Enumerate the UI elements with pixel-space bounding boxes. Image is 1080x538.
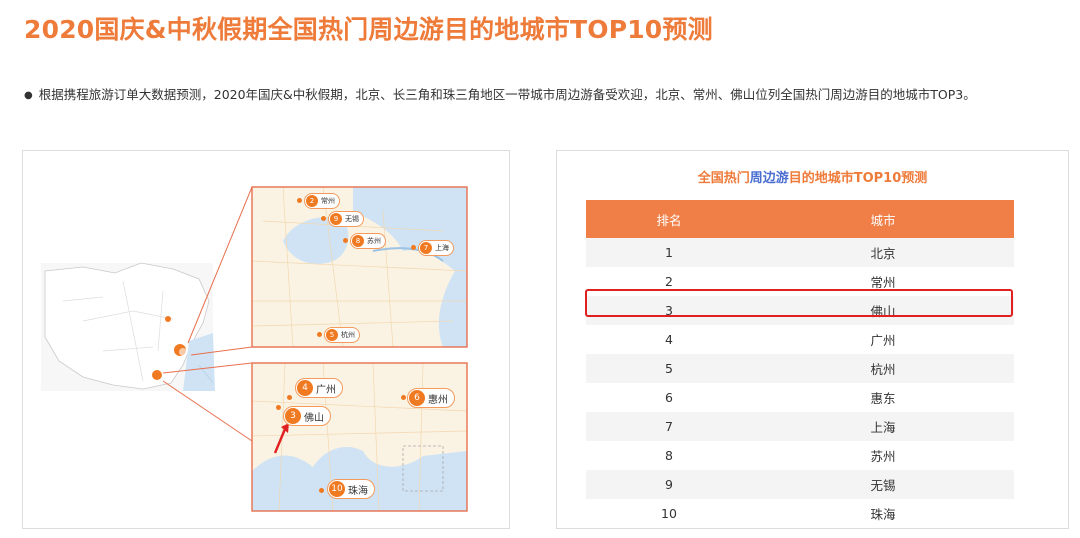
pin-rank: 8 — [352, 235, 364, 247]
cell-city: 惠东 — [870, 391, 896, 406]
map-panel: 2 常州 9 无锡 8 苏州 7 上海 5 杭州 4 广州 3 佛山 6 惠州 10 珠海 — [22, 150, 510, 529]
pin-city: 上海 — [435, 244, 449, 252]
table-title: 全国热门周边游目的地城市TOP10预测 — [557, 167, 1068, 186]
cell-rank: 8 — [665, 448, 673, 463]
cell-rank: 6 — [665, 390, 673, 405]
pin-dot — [321, 216, 326, 221]
table-row: 9 无锡 — [586, 470, 1014, 499]
bullet-icon: ● — [24, 90, 33, 101]
table-title-highlight: 周边游 — [749, 171, 789, 186]
cell-city: 无锡 — [752, 470, 1014, 499]
pin-city: 常州 — [321, 197, 335, 205]
cell-city: 广州 — [870, 333, 896, 348]
pin-city: 苏州 — [367, 237, 381, 245]
cell-rank: 10 — [661, 506, 677, 521]
pin-rank: 4 — [297, 380, 313, 396]
pin-city: 佛山 — [304, 412, 324, 424]
cell-rank: 4 — [665, 332, 673, 347]
pin-rank: 6 — [409, 390, 425, 406]
cell-city: 苏州 — [870, 449, 896, 464]
pin-city: 珠海 — [348, 485, 368, 497]
pin-dot — [276, 405, 281, 410]
table-row: 1 北京 — [586, 238, 1014, 267]
cell-rank: 9 — [586, 470, 752, 499]
cell-city: 珠海 — [870, 507, 896, 522]
map-pin-foshan: 3 佛山 — [283, 406, 331, 426]
map-pin-changzhou: 2 常州 — [304, 193, 340, 209]
pin-dot — [287, 395, 292, 400]
cell-rank: 7 — [586, 412, 752, 441]
table-title-part1: 全国热门 — [697, 171, 750, 186]
pin-dot — [317, 332, 322, 337]
cell-city: 北京 — [752, 238, 1014, 267]
map-pin-zhuhai: 10 珠海 — [327, 479, 375, 499]
summary-content: 根据携程旅游订单大数据预测，2020年国庆&中秋假期，北京、长三角和珠三角地区一… — [38, 87, 976, 102]
pin-rank: 9 — [330, 213, 342, 225]
cell-rank: 1 — [586, 238, 752, 267]
pin-city: 杭州 — [341, 331, 355, 339]
pin-city: 广州 — [316, 384, 336, 396]
highlight-box-rank-3 — [585, 289, 1013, 317]
table-title-part3: 目的地城市TOP10预测 — [788, 171, 928, 186]
table-row: 10 珠海 — [586, 499, 1014, 528]
pin-rank: 10 — [329, 481, 345, 497]
map-pin-suzhou: 8 苏州 — [350, 233, 386, 249]
pin-city: 无锡 — [345, 215, 359, 223]
pin-dot — [401, 395, 406, 400]
map-pin-guangzhou: 4 广州 — [295, 378, 343, 398]
map-pin-wuxi: 9 无锡 — [328, 211, 364, 227]
pin-rank: 7 — [420, 242, 432, 254]
table-row: 4 广州 — [586, 325, 1014, 354]
pin-rank: 3 — [285, 408, 301, 424]
china-map — [41, 262, 215, 391]
table-row: 7 上海 — [586, 412, 1014, 441]
table-header-row: 排名 城市 — [586, 200, 1014, 238]
pin-dot — [297, 198, 302, 203]
table-row: 8 苏州 — [586, 441, 1014, 470]
ranking-panel: 全国热门周边游目的地城市TOP10预测 排名 城市 1 北京 2 常州 3 佛山 4广… — [556, 150, 1069, 529]
pin-dot — [319, 488, 324, 493]
cell-city: 杭州 — [752, 354, 1014, 383]
map-pin-shanghai: 7 上海 — [418, 240, 454, 256]
table-row: 6 惠东 — [586, 383, 1014, 412]
map-pin-hangzhou: 5 杭州 — [324, 327, 360, 343]
header-city: 城市 — [752, 200, 1014, 238]
table-row: 5 杭州 — [586, 354, 1014, 383]
ranking-table: 排名 城市 1 北京 2 常州 3 佛山 4 广州 5 杭州 6 惠东 7 上海 8 苏州 9无… — [586, 200, 1014, 528]
page-title: 2020国庆&中秋假期全国热门周边游目的地城市TOP10预测 — [24, 15, 713, 44]
pin-dot — [343, 238, 348, 243]
pin-dot — [411, 245, 416, 250]
pin-city: 惠州 — [428, 394, 448, 406]
summary-text: ● 根据携程旅游订单大数据预测，2020年国庆&中秋假期，北京、长三角和珠三角地区… — [24, 84, 1069, 103]
map-illustration — [41, 186, 468, 512]
cell-city: 上海 — [752, 412, 1014, 441]
map-pin-huizhou: 6 惠州 — [407, 388, 455, 408]
pin-rank: 2 — [306, 195, 318, 207]
cell-rank: 5 — [586, 354, 752, 383]
pin-rank: 5 — [326, 329, 338, 341]
header-rank: 排名 — [586, 200, 752, 238]
